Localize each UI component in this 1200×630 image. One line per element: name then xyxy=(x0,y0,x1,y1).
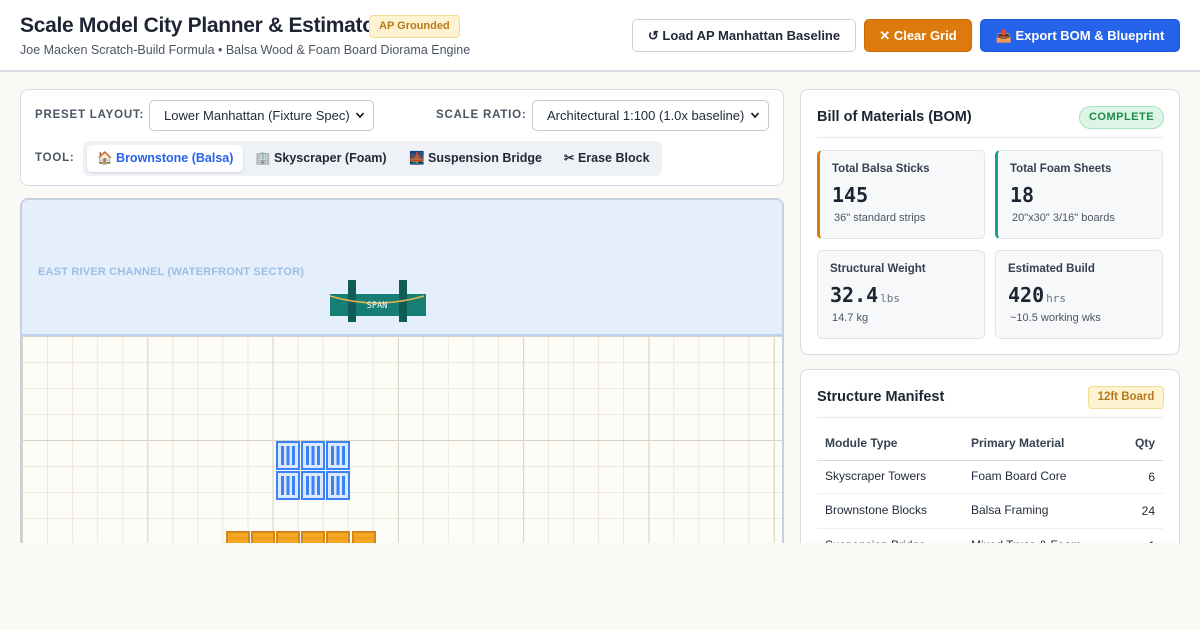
status-badge: COMPLETE xyxy=(1079,106,1164,129)
column-header-module-type: Module Type xyxy=(825,436,898,450)
skyscraper-block[interactable] xyxy=(326,471,350,505)
bom-title: Bill of Materials (BOM) xyxy=(817,109,972,125)
stat-foam-sheets: Total Foam Sheets 18 20"x30" 3/16" board… xyxy=(995,150,1163,239)
brownstone-block[interactable] xyxy=(301,531,325,543)
brownstone-block[interactable] xyxy=(276,531,300,543)
tool-brownstone[interactable]: 🏠 Brownstone (Balsa) xyxy=(87,145,244,172)
divider xyxy=(817,417,1163,418)
column-header-qty: Qty xyxy=(1134,436,1155,450)
viewport-cutoff xyxy=(0,543,1200,630)
load-baseline-button[interactable]: ↺ Load AP Manhattan Baseline xyxy=(632,19,856,52)
stat-note: 14.7 kg xyxy=(832,312,869,324)
structure-manifest-card: Structure Manifest 12ft Board Module Typ… xyxy=(800,369,1180,569)
cell-module-type: Brownstone Blocks xyxy=(825,503,928,517)
tool-label: TOOL: xyxy=(35,152,75,164)
clear-grid-button[interactable]: ✕ Clear Grid xyxy=(864,19,972,52)
scale-ratio-select[interactable]: Architectural 1:100 (1.0x baseline) xyxy=(532,100,769,131)
stat-balsa-sticks: Total Balsa Sticks 145 36" standard stri… xyxy=(817,150,985,239)
board-size-badge: 12ft Board xyxy=(1088,386,1164,409)
stat-label: Structural Weight xyxy=(830,263,926,275)
stat-note: ~10.5 working wks xyxy=(1010,312,1101,324)
stat-value: 145 xyxy=(832,183,869,207)
tool-selector: 🏠 Brownstone (Balsa) 🏢 Skyscraper (Foam)… xyxy=(83,141,662,176)
app-title: Scale Model City Planner & Estimator xyxy=(20,14,383,37)
preset-layout-select[interactable]: Lower Manhattan (Fixture Spec) xyxy=(149,100,374,131)
scale-ratio-label: SCALE RATIO: xyxy=(436,109,527,121)
column-header-primary-material: Primary Material xyxy=(971,436,1065,450)
preset-layout-label: PRESET LAYOUT: xyxy=(35,109,145,121)
tool-erase-block[interactable]: ✂ Erase Block xyxy=(554,145,660,172)
cell-material: Foam Board Core xyxy=(971,469,1067,483)
chevron-down-icon xyxy=(355,101,365,142)
scale-ratio-value: Architectural 1:100 (1.0x baseline) xyxy=(547,108,745,123)
stat-value: 18 xyxy=(1010,183,1035,207)
skyscraper-block[interactable] xyxy=(276,471,300,505)
ap-grounded-badge: AP Grounded xyxy=(369,15,460,38)
stat-unit: hrs xyxy=(1046,292,1066,305)
cell-material: Balsa Framing xyxy=(971,503,1049,517)
app-subtitle: Joe Macken Scratch-Build Formula • Balsa… xyxy=(20,43,471,57)
stat-structural-weight: Structural Weight 32.4 lbs 14.7 kg xyxy=(817,250,985,339)
stat-label: Total Balsa Sticks xyxy=(832,163,930,175)
cell-module-type: Skyscraper Towers xyxy=(825,469,927,483)
row-divider xyxy=(817,493,1163,494)
preset-layout-value: Lower Manhattan (Fixture Spec) xyxy=(164,108,350,123)
manifest-title: Structure Manifest xyxy=(817,389,945,405)
water-zone-label: EAST RIVER CHANNEL (WATERFRONT SECTOR) xyxy=(38,266,305,278)
stat-unit: lbs xyxy=(880,292,901,305)
stat-note: 20"x30" 3/16" boards xyxy=(1012,212,1115,224)
brownstone-block[interactable] xyxy=(251,531,275,543)
stat-label: Total Foam Sheets xyxy=(1010,163,1112,175)
skyscraper-block[interactable] xyxy=(301,471,325,505)
brownstone-block[interactable] xyxy=(226,531,250,543)
bom-card: Bill of Materials (BOM) COMPLETE Total B… xyxy=(800,89,1180,355)
stat-estimated-build: Estimated Build 420 hrs ~10.5 working wks xyxy=(995,250,1163,339)
placement-grid[interactable] xyxy=(22,336,782,543)
stat-label: Estimated Build xyxy=(1008,263,1095,275)
row-divider xyxy=(817,528,1163,529)
cell-qty: 24 xyxy=(1141,504,1155,518)
export-bom-button[interactable]: 📤 Export BOM & Blueprint xyxy=(980,19,1180,52)
divider xyxy=(817,137,1163,138)
stat-value: 32.4 lbs xyxy=(830,283,901,307)
stat-value: 420 hrs xyxy=(1008,283,1066,307)
skyscraper-block[interactable] xyxy=(326,441,350,475)
table-header-divider xyxy=(817,460,1163,461)
chevron-down-icon xyxy=(750,101,760,142)
tool-suspension-bridge[interactable]: 🌉 Suspension Bridge xyxy=(399,145,552,172)
waterfront-zone[interactable]: EAST RIVER CHANNEL (WATERFRONT SECTOR) S… xyxy=(22,200,782,336)
skyscraper-block[interactable] xyxy=(301,441,325,475)
stat-note: 36" standard strips xyxy=(834,212,926,224)
cell-qty: 6 xyxy=(1148,470,1155,484)
skyscraper-block[interactable] xyxy=(276,441,300,475)
tool-skyscraper[interactable]: 🏢 Skyscraper (Foam) xyxy=(245,145,397,172)
controls-panel: PRESET LAYOUT: Lower Manhattan (Fixture … xyxy=(20,89,784,186)
suspension-bridge[interactable]: SPAN xyxy=(328,280,428,329)
city-grid-canvas[interactable]: EAST RIVER CHANNEL (WATERFRONT SECTOR) S… xyxy=(20,198,784,543)
app-header: Scale Model City Planner & Estimator AP … xyxy=(0,0,1200,72)
bridge-span-label: SPAN xyxy=(367,301,387,311)
brownstone-block[interactable] xyxy=(352,531,376,543)
brownstone-block[interactable] xyxy=(326,531,350,543)
